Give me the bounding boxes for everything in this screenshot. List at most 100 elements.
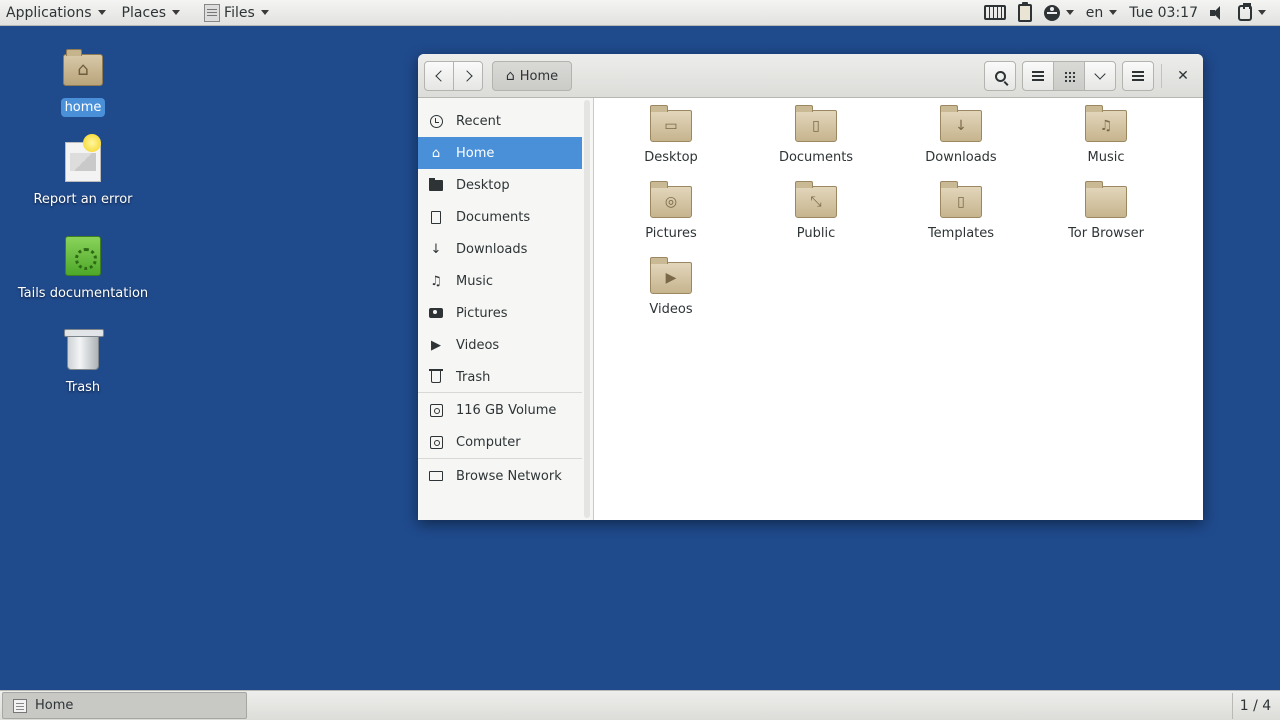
sidebar-item-label: Home <box>456 145 495 161</box>
places-menu[interactable]: Places <box>116 0 187 26</box>
keyboard-icon <box>983 5 1006 20</box>
desktop-icon-trash[interactable]: Trash <box>13 328 153 397</box>
sidebar-item-videos[interactable]: ▶ Videos <box>418 329 582 361</box>
workspace-switcher[interactable]: 1 / 4 <box>1232 693 1278 719</box>
desktop-icon-report-error[interactable]: Report an error <box>13 134 153 209</box>
desktop-icon-tails-documentation[interactable]: Tails documentation <box>13 234 153 303</box>
chevron-left-icon <box>434 70 447 82</box>
drive-icon <box>428 402 444 418</box>
accessibility-icon <box>1043 4 1060 21</box>
clipboard-icon <box>1017 1 1032 22</box>
sidebar-item-desktop[interactable]: Desktop <box>418 169 582 201</box>
power-menu[interactable] <box>1232 0 1272 26</box>
places-label: Places <box>121 4 167 21</box>
folder-label: Music <box>1087 150 1125 165</box>
path-bar-home-button[interactable]: ⌂ Home <box>492 61 572 91</box>
chevron-right-icon <box>460 70 473 82</box>
templates-folder-icon: ▯ <box>940 181 982 218</box>
back-button[interactable] <box>424 61 454 91</box>
accessibility-menu[interactable] <box>1038 0 1080 26</box>
close-button[interactable]: ✕ <box>1170 61 1196 91</box>
search-button[interactable] <box>984 61 1016 91</box>
taskbar-label: Home <box>35 698 74 713</box>
sidebar-item-computer[interactable]: Computer <box>418 426 582 458</box>
sidebar-item-music[interactable]: ♫ Music <box>418 265 582 297</box>
view-options-button[interactable] <box>1084 61 1116 91</box>
files-app-menu[interactable]: Files <box>198 0 275 26</box>
desktop-icon-label: Tails documentation <box>17 286 149 301</box>
sidebar-item-documents[interactable]: Documents <box>418 201 582 233</box>
documents-folder-icon: ▯ <box>795 105 837 142</box>
sidebar-divider <box>418 458 582 459</box>
sidebar-item-label: Recent <box>456 113 501 129</box>
sidebar-item-label: Downloads <box>456 241 528 257</box>
trash-icon <box>61 328 105 372</box>
folder-item-documents[interactable]: ▯ Documents <box>756 104 876 165</box>
clock-label: Tue 03:17 <box>1129 4 1198 21</box>
caret-down-icon <box>1109 10 1118 15</box>
sidebar-item-trash[interactable]: Trash <box>418 361 582 393</box>
folder-item-desktop[interactable]: ▭ Desktop <box>611 104 731 165</box>
search-icon <box>994 70 1006 82</box>
network-icon <box>428 468 444 484</box>
caret-down-icon <box>97 10 106 15</box>
folder-label: Desktop <box>644 150 698 165</box>
sidebar-item-pictures[interactable]: Pictures <box>418 297 582 329</box>
desktop-icon-label: home <box>60 98 106 117</box>
folder-label: Documents <box>778 150 854 165</box>
report-error-icon <box>61 134 105 184</box>
grid-view-icon <box>1063 70 1075 82</box>
folder-item-public[interactable]: ⤡ Public <box>756 180 876 241</box>
folder-item-pictures[interactable]: ◎ Pictures <box>611 180 731 241</box>
sidebar-item-label: Computer <box>456 434 521 450</box>
clipboard-indicator[interactable] <box>1012 0 1038 26</box>
documents-icon <box>428 209 444 225</box>
sidebar-item-recent[interactable]: Recent <box>418 105 582 137</box>
desktop-icon-home[interactable]: home <box>13 48 153 117</box>
downloads-folder-icon: ↓ <box>940 105 982 142</box>
folder-item-music[interactable]: ♫ Music <box>1046 104 1166 165</box>
sidebar-item-downloads[interactable]: ↓ Downloads <box>418 233 582 265</box>
taskbar-window-home[interactable]: Home <box>2 692 247 719</box>
bottom-panel: Home 1 / 4 <box>0 690 1280 720</box>
forward-button[interactable] <box>453 61 483 91</box>
videos-folder-icon: ▶ <box>650 257 692 294</box>
sidebar-item-label: Videos <box>456 337 500 353</box>
sidebar-item-116gb-volume[interactable]: 116 GB Volume <box>418 394 582 426</box>
language-menu[interactable]: en <box>1080 0 1124 26</box>
folder-label: Public <box>796 226 836 241</box>
pictures-icon <box>428 305 444 321</box>
sidebar-item-label: Documents <box>456 209 531 225</box>
folder-item-videos[interactable]: ▶ Videos <box>611 256 731 317</box>
desktop-folder-icon: ▭ <box>650 105 692 142</box>
close-icon: ✕ <box>1177 68 1189 84</box>
sidebar-item-browse-network[interactable]: Browse Network <box>418 460 582 492</box>
desktop-icon-label: Trash <box>65 380 101 395</box>
sidebar-item-label: Desktop <box>456 177 510 193</box>
places-sidebar: Recent ⌂ Home Desktop Documents ↓ Downlo… <box>418 98 594 520</box>
sidebar-item-label: Music <box>456 273 493 289</box>
folder-icon <box>1085 181 1127 218</box>
pictures-folder-icon: ◎ <box>650 181 692 218</box>
keyboard-indicator[interactable] <box>978 0 1012 26</box>
folder-item-tor-browser[interactable]: Tor Browser <box>1046 180 1166 241</box>
volume-indicator[interactable] <box>1204 0 1232 26</box>
workspace-label: 1 / 4 <box>1239 698 1272 714</box>
header-bar: ⌂ Home ✕ <box>418 54 1203 98</box>
applications-menu[interactable]: Applications <box>0 0 112 26</box>
folder-label: Tor Browser <box>1068 226 1144 241</box>
sidebar-scrollbar[interactable] <box>584 100 590 518</box>
sidebar-item-home[interactable]: ⌂ Home <box>418 137 582 169</box>
file-manager-window: ⌂ Home ✕ Recent ⌂ Home Desktop Documents… <box>418 54 1203 520</box>
videos-icon: ▶ <box>431 337 441 353</box>
music-icon: ♫ <box>430 273 442 289</box>
folder-item-downloads[interactable]: ↓ Downloads <box>901 104 1021 165</box>
app-menu-button[interactable] <box>1122 61 1154 91</box>
folder-item-templates[interactable]: ▯ Templates <box>901 180 1021 241</box>
desktop-folder-icon <box>428 177 444 193</box>
clock[interactable]: Tue 03:17 <box>1123 0 1204 26</box>
grid-view-button[interactable] <box>1053 61 1085 91</box>
hamburger-menu-icon <box>1132 71 1144 81</box>
list-view-button[interactable] <box>1022 61 1054 91</box>
file-view: ▭ Desktop ▯ Documents ↓ Downloads ♫ Musi… <box>595 98 1203 520</box>
